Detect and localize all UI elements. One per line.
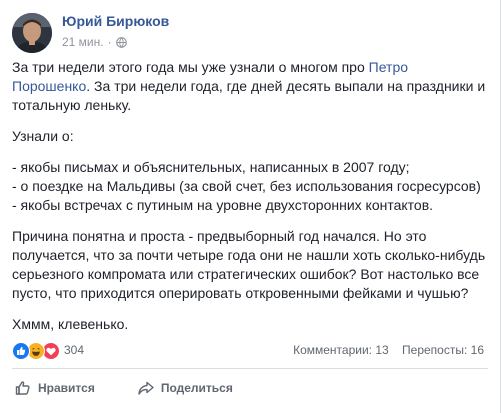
reactions-bar: 304 Комментарии: 13 Перепосты: 16 [12, 341, 488, 361]
post-time[interactable]: 21 мин. [62, 35, 104, 49]
like-label: Нравится [38, 381, 95, 395]
meta-separator: · [107, 35, 112, 49]
thumbs-up-icon [15, 381, 30, 395]
reaction-icons[interactable] [12, 342, 60, 360]
share-label: Поделиться [160, 381, 233, 395]
post-meta: 21 мин. · [62, 35, 127, 49]
engagement-counts: Комментарии: 13 Перепосты: 16 [283, 343, 484, 357]
shares-count[interactable]: Перепосты: 16 [402, 343, 484, 357]
author-avatar[interactable] [12, 13, 52, 53]
list-item: - якобы встречах с путиным на уровне дву… [12, 197, 434, 213]
like-reaction-icon [12, 342, 30, 360]
globe-icon[interactable] [115, 36, 127, 48]
paragraph-reason: Причина понятна и проста - предвыборный … [12, 228, 486, 301]
known-list: - якобы письмах и объяснительных, написа… [12, 158, 488, 215]
paragraph-intro: За три недели этого года мы уже узнали о… [12, 59, 486, 113]
author-name[interactable]: Юрий Бирюков [62, 13, 169, 29]
facebook-post: Юрий Бирюков 21 мин. · За три недели это… [0, 0, 501, 413]
list-item: - якобы письмах и объяснительных, написа… [12, 159, 410, 175]
share-arrow-icon [138, 381, 154, 395]
post-body: За три недели этого года мы уже узнали о… [12, 58, 488, 346]
list-item: - о поездке на Мальдивы (за свой счет, б… [12, 178, 481, 194]
like-button[interactable]: Нравится [12, 375, 97, 401]
avatar-photo [12, 13, 52, 53]
known-intro: Узнали о: [12, 128, 74, 144]
paragraph-closing: Хммм, клевенько. [12, 316, 129, 332]
share-button[interactable]: Поделиться [135, 375, 235, 401]
comments-count[interactable]: Комментарии: 13 [293, 343, 389, 357]
divider [12, 368, 488, 369]
reaction-count[interactable]: 304 [64, 343, 84, 357]
action-bar: Нравится Поделиться [12, 372, 488, 404]
